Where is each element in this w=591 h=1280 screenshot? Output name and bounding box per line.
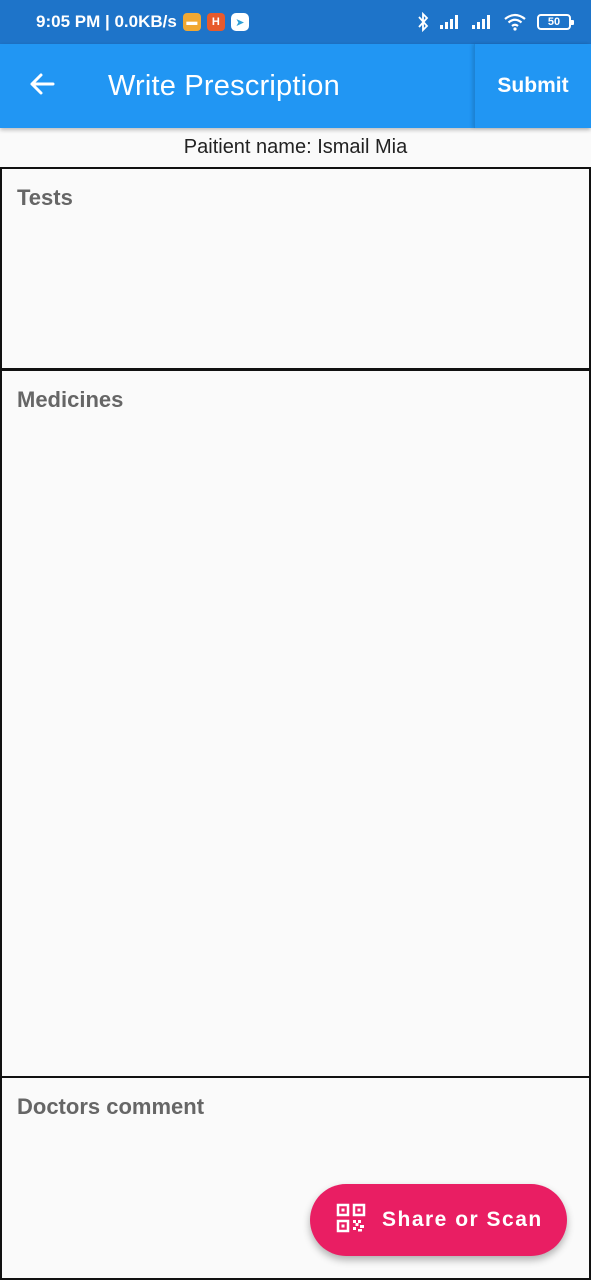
- status-bar: 9:05 PM | 0.0KB/s ▬ H ➤ 50: [0, 0, 591, 44]
- signal-icon: [471, 14, 493, 30]
- battery-level: 50: [547, 16, 561, 28]
- arrow-left-icon: [29, 72, 55, 101]
- app-bar: Write Prescription Submit: [0, 44, 591, 128]
- qr-code-icon: [336, 1203, 366, 1238]
- submit-button[interactable]: Submit: [474, 44, 591, 128]
- wifi-icon: [503, 13, 527, 31]
- medicines-input[interactable]: [17, 423, 574, 1066]
- page-title: Write Prescription: [108, 69, 340, 102]
- fab-label: Share or Scan: [382, 1208, 543, 1231]
- battery-icon: 50: [537, 14, 574, 30]
- bluetooth-icon: [417, 12, 429, 32]
- medicines-label: Medicines: [17, 387, 124, 412]
- signal-icon: [439, 14, 461, 30]
- tests-label: Tests: [17, 185, 73, 210]
- tests-input[interactable]: [17, 221, 574, 358]
- status-time: 9:05 PM | 0.0KB/s: [36, 12, 177, 31]
- share-or-scan-button[interactable]: Share or Scan: [310, 1184, 567, 1256]
- status-left: 9:05 PM | 0.0KB/s ▬ H ➤: [36, 12, 249, 32]
- back-button[interactable]: [0, 44, 84, 128]
- message-notification-icon: ▬: [182, 13, 201, 31]
- medicines-section: Medicines: [0, 369, 591, 1078]
- tests-section: Tests: [0, 167, 591, 370]
- status-right: 50: [417, 12, 574, 32]
- telegram-notification-icon: ➤: [230, 13, 249, 31]
- h-app-notification-icon: H: [206, 13, 225, 31]
- doctors-comment-label: Doctors comment: [17, 1094, 205, 1119]
- patient-name: Paitient name: Ismail Mia: [183, 135, 408, 158]
